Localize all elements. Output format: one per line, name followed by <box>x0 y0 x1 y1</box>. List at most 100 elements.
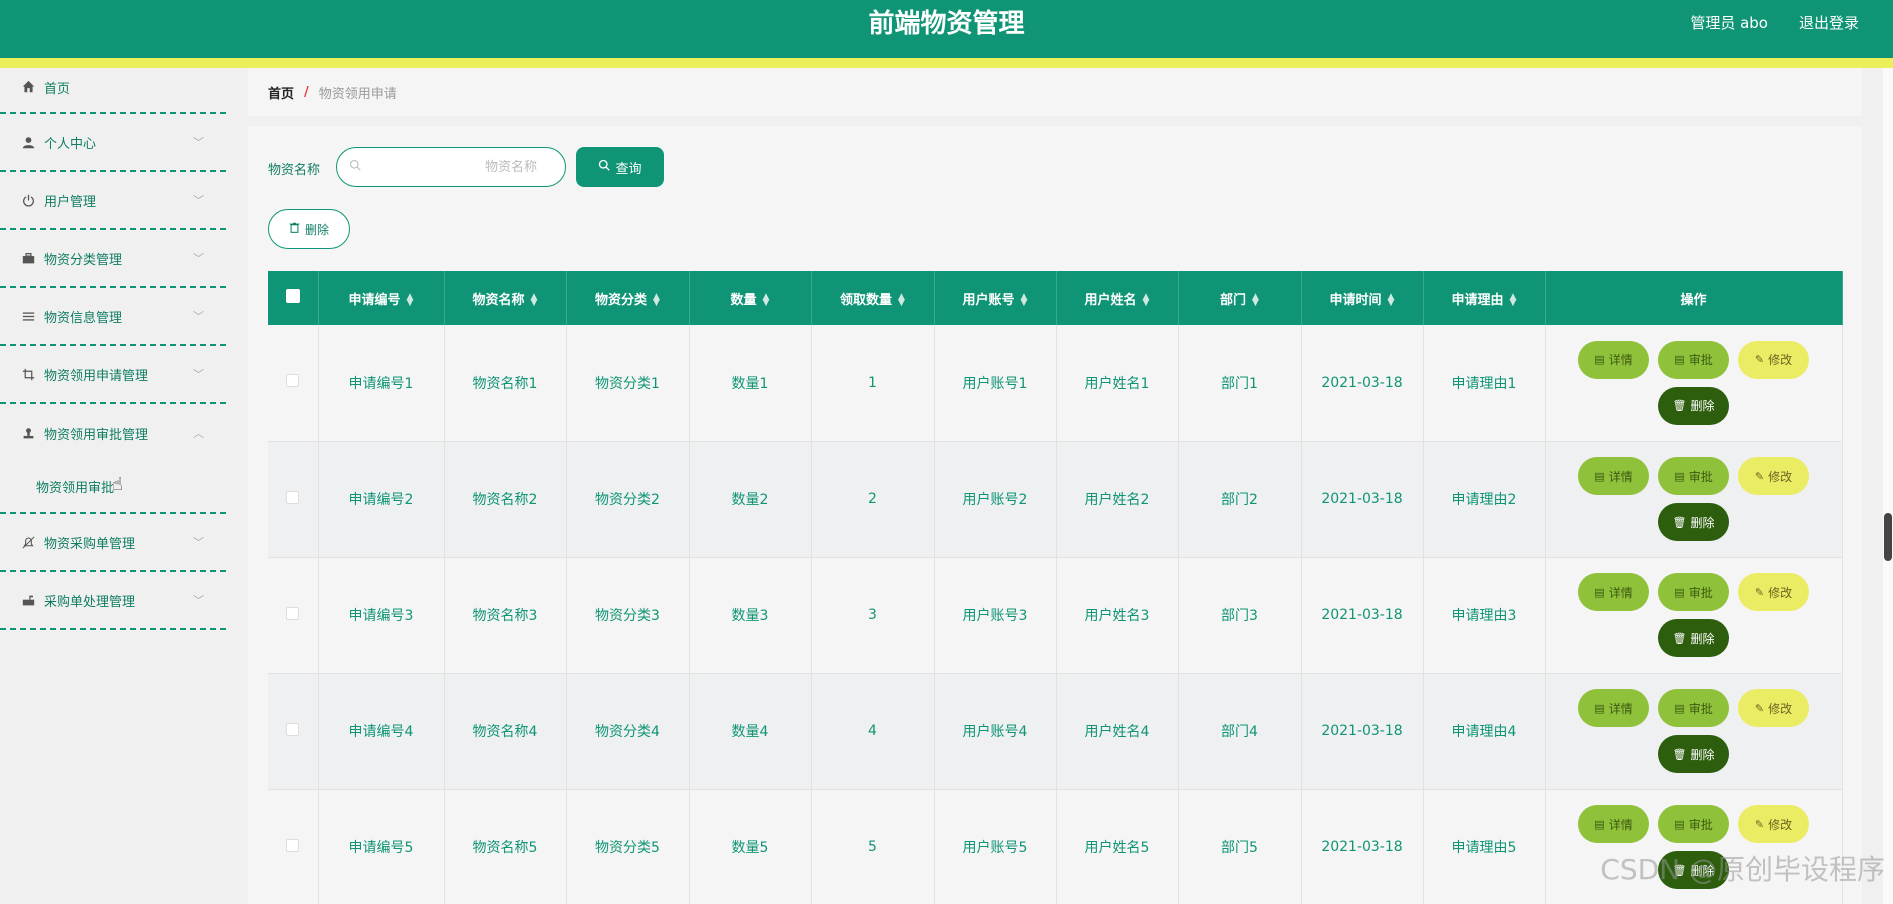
column-header[interactable]: 数量 ▲ ▼ <box>689 271 812 325</box>
table-header-row: 申请编号 ▲ ▼ 物资名称 ▲ ▼ 物资分类 ▲ ▼ 数量 ▲ ▼ 领取数量 ▲ ▼ 用户账号 ▲ ▼ … <box>268 271 1843 325</box>
detail-button[interactable]: ▤ 详情 <box>1578 689 1649 727</box>
scrollbar[interactable] <box>1883 68 1893 904</box>
document-icon: ▤ <box>1674 585 1685 599</box>
delete-button[interactable]: 🗑 删除 <box>1658 503 1729 541</box>
approve-button[interactable]: ▤ 审批 <box>1658 457 1729 495</box>
table-cell: 物资名称1 <box>444 325 567 442</box>
edit-button[interactable]: ✎ 修改 <box>1738 457 1809 495</box>
chevron-down-icon: ﹀ <box>193 136 204 149</box>
table-cell: 2021-03-18 <box>1301 557 1424 674</box>
row-actions: ▤ 详情 ▤ 审批 ✎ 修改 🗑 删除 <box>1545 673 1843 790</box>
approve-button[interactable]: ▤ 审批 <box>1658 689 1729 727</box>
document-icon: ▤ <box>1594 817 1605 831</box>
table-cell: 数量2 <box>689 441 812 558</box>
row-actions: ▤ 详情 ▤ 审批 ✎ 修改 🗑 删除 <box>1545 557 1843 674</box>
search-icon <box>349 159 361 174</box>
table-cell: 3 <box>811 557 935 674</box>
search-button[interactable]: 查询 <box>576 147 664 187</box>
logout-link[interactable]: 退出登录 <box>1799 12 1859 33</box>
table-cell: 物资分类4 <box>566 673 690 790</box>
edit-button[interactable]: ✎ 修改 <box>1738 340 1809 379</box>
table-cell: 物资分类3 <box>566 557 690 674</box>
detail-button[interactable]: ▤ 详情 <box>1578 805 1649 843</box>
row-checkbox[interactable] <box>286 606 300 620</box>
list-icon <box>20 308 36 324</box>
table-cell: 物资名称5 <box>444 789 567 904</box>
column-header[interactable]: 物资名称 ▲ ▼ <box>444 271 567 325</box>
table-cell: 部门3 <box>1178 557 1302 674</box>
approve-button[interactable]: ▤ 审批 <box>1658 340 1729 379</box>
pencil-icon: ✎ <box>1754 469 1765 483</box>
sort-icon: ▲ ▼ <box>653 292 660 308</box>
bulk-delete-label: 删除 <box>304 222 329 237</box>
column-header[interactable]: 用户账号 ▲ ▼ <box>934 271 1057 325</box>
detail-button[interactable]: ▤ 详情 <box>1578 573 1649 611</box>
table-cell: 部门1 <box>1178 325 1302 442</box>
bell-off-icon <box>20 534 36 550</box>
row-checkbox[interactable] <box>286 838 300 852</box>
row-select-cell <box>268 673 319 790</box>
column-header[interactable]: 领取数量 ▲ ▼ <box>811 271 935 325</box>
detail-button[interactable]: ▤ 详情 <box>1578 340 1649 379</box>
table-cell: 4 <box>811 673 935 790</box>
sidebar-item-info[interactable]: 物资信息管理 ﹀ <box>0 288 226 346</box>
sidebar-item-personal[interactable]: 个人中心 ﹀ <box>0 114 226 172</box>
sidebar-item-approve[interactable]: 物资领用审批管理 ︿ <box>0 404 226 462</box>
search-input[interactable] <box>367 154 557 180</box>
select-all-checkbox[interactable] <box>285 289 300 303</box>
approve-button[interactable]: ▤ 审批 <box>1658 573 1729 611</box>
table-cell: 申请编号3 <box>318 557 445 674</box>
search-label: 物资名称 <box>268 163 321 178</box>
table-row: 申请编号1 物资名称1 物资分类1 数量1 1 用户账号1 用户姓名1 部门1 2021-03-… <box>268 325 1843 442</box>
table-cell: 物资名称2 <box>444 441 567 558</box>
data-table: 申请编号 ▲ ▼ 物资名称 ▲ ▼ 物资分类 ▲ ▼ 数量 ▲ ▼ 领取数量 ▲ ▼ 用户账号 ▲ ▼ … <box>268 271 1843 904</box>
table-cell: 申请理由2 <box>1423 441 1546 558</box>
trash-icon: 🗑 <box>1672 515 1687 529</box>
scrollbar-thumb[interactable] <box>1884 513 1892 561</box>
edit-button[interactable]: ✎ 修改 <box>1738 689 1809 727</box>
column-header[interactable]: 申请时间 ▲ ▼ <box>1301 271 1424 325</box>
sort-icon: ▲ ▼ <box>406 292 414 308</box>
select-all-cell <box>268 271 319 325</box>
sidebar-item-category[interactable]: 物资分类管理 ﹀ <box>0 230 226 288</box>
delete-button[interactable]: 🗑 删除 <box>1658 386 1729 425</box>
table-row: 申请编号2 物资名称2 物资分类2 数量2 2 用户账号2 用户姓名2 部门2 2021-03-… <box>268 441 1843 558</box>
edit-button[interactable]: ✎ 修改 <box>1738 573 1809 611</box>
table-cell: 用户姓名1 <box>1056 325 1179 442</box>
pencil-icon: ✎ <box>1754 585 1765 599</box>
sidebar-item-home[interactable]: 首页 <box>0 68 226 114</box>
sidebar-item-label: 物资采购单管理 <box>44 536 136 552</box>
column-header[interactable]: 物资分类 ▲ ▼ <box>566 271 690 325</box>
chevron-down-icon: ﹀ <box>193 536 204 549</box>
row-checkbox[interactable] <box>286 374 300 388</box>
sidebar-item-apply[interactable]: 物资领用申请管理 ﹀ <box>0 346 226 404</box>
table-cell: 申请编号1 <box>318 325 445 442</box>
column-header[interactable]: 用户姓名 ▲ ▼ <box>1056 271 1179 325</box>
user-icon <box>20 134 36 150</box>
table-cell: 用户账号4 <box>934 673 1057 790</box>
sidebar-item-label: 物资信息管理 <box>44 310 123 326</box>
column-header[interactable]: 申请编号 ▲ ▼ <box>318 271 445 325</box>
briefcase-icon <box>20 250 36 266</box>
trash-icon <box>289 222 300 236</box>
delete-button[interactable]: 🗑 删除 <box>1658 735 1729 773</box>
column-header[interactable]: 部门 ▲ ▼ <box>1178 271 1302 325</box>
sidebar-item-purchase[interactable]: 物资采购单管理 ﹀ <box>0 514 226 572</box>
row-checkbox[interactable] <box>286 722 300 736</box>
delete-button[interactable]: 🗑 删除 <box>1658 619 1729 657</box>
breadcrumb-home[interactable]: 首页 <box>268 83 294 102</box>
sidebar-item-users[interactable]: 用户管理 ﹀ <box>0 172 226 230</box>
detail-button[interactable]: ▤ 详情 <box>1578 457 1649 495</box>
breadcrumb: 首页 / 物资领用申请 <box>248 68 1862 116</box>
edit-button[interactable]: ✎ 修改 <box>1738 805 1809 843</box>
document-icon: ▤ <box>1594 585 1605 599</box>
bulk-delete-button[interactable]: 删除 <box>268 209 350 249</box>
sidebar-item-process[interactable]: 采购单处理管理 ﹀ <box>0 572 226 630</box>
trash-icon: 🗑 <box>1672 399 1687 413</box>
sort-icon: ▲ ▼ <box>1142 292 1150 308</box>
column-header[interactable]: 申请理由 ▲ ▼ <box>1423 271 1546 325</box>
approve-button[interactable]: ▤ 审批 <box>1658 805 1729 843</box>
search-icon <box>598 159 611 175</box>
table-row: 申请编号3 物资名称3 物资分类3 数量3 3 用户账号3 用户姓名3 部门3 2021-03-… <box>268 557 1843 674</box>
row-checkbox[interactable] <box>286 490 300 504</box>
